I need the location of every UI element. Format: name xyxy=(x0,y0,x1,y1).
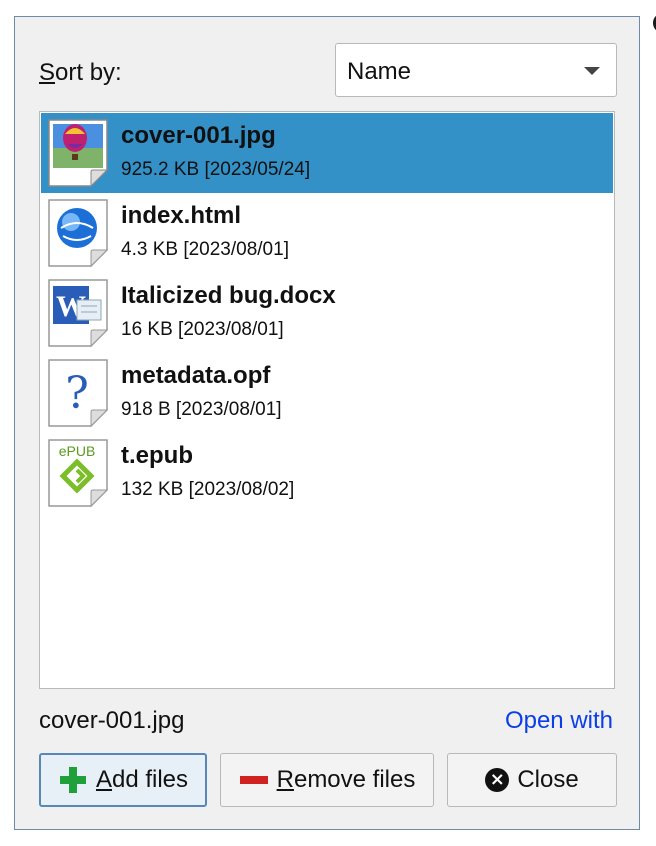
file-meta: 4.3 KB [2023/08/01] xyxy=(121,239,289,260)
file-list[interactable]: cover-001.jpg 925.2 KB [2023/05/24] inde… xyxy=(39,111,615,689)
plus-icon xyxy=(58,765,88,795)
file-name: metadata.opf xyxy=(121,362,271,389)
close-label: Close xyxy=(517,766,579,793)
close-icon: × xyxy=(485,768,510,792)
file-meta: 16 KB [2023/08/01] xyxy=(121,319,284,340)
file-name: index.html xyxy=(121,202,242,229)
sort-selected-value: Name xyxy=(347,58,412,85)
remove-mnemonic: R xyxy=(276,766,294,793)
file-meta: 918 B [2023/08/01] xyxy=(121,399,282,420)
minus-icon xyxy=(239,765,269,795)
image-file-icon xyxy=(47,118,109,188)
file-name: cover-001.jpg xyxy=(121,122,276,149)
sort-by-label: Sort by: xyxy=(39,59,122,87)
sort-mnemonic: S xyxy=(39,59,56,86)
sort-label-text: ort by: xyxy=(55,59,122,86)
remove-files-label: Remove files xyxy=(277,766,416,794)
file-row-index[interactable]: index.html 4.3 KB [2023/08/01] xyxy=(41,193,613,273)
file-name: t.epub xyxy=(121,442,193,469)
file-row-opf[interactable]: ? metadata.opf 918 B [2023/08/01] xyxy=(41,353,613,433)
add-mnemonic: A xyxy=(95,766,112,793)
epub-tag: ePUB xyxy=(59,443,96,459)
open-with-link[interactable]: Open with xyxy=(505,707,613,735)
word-file-icon: W xyxy=(47,278,109,348)
chevron-down-icon xyxy=(584,67,600,75)
add-files-label: Add files xyxy=(96,766,188,794)
add-files-button[interactable]: Add files xyxy=(39,753,207,807)
file-manager-dialog: Sort by: Name cover-001.jpg 925.2 KB [20… xyxy=(14,11,656,830)
window-corner-button[interactable] xyxy=(651,11,656,35)
unknown-file-icon: ? xyxy=(47,358,109,428)
file-row-epub[interactable]: ePUB t.epub 132 KB [2023/08/02] xyxy=(41,433,613,513)
epub-file-icon: ePUB xyxy=(47,438,109,508)
file-name: Italicized bug.docx xyxy=(121,282,336,309)
file-row-docx[interactable]: W Italicized bug.docx 16 KB [2023/08/01] xyxy=(41,273,613,353)
remove-files-button[interactable]: Remove files xyxy=(220,753,434,807)
question-glyph: ? xyxy=(65,368,89,419)
file-meta: 132 KB [2023/08/02] xyxy=(121,479,295,500)
remove-label-text: emove files xyxy=(293,766,416,793)
current-file-name: cover-001.jpg xyxy=(39,707,185,734)
html-file-icon xyxy=(47,198,109,268)
sort-by-select[interactable]: Name xyxy=(335,43,617,97)
add-label-text: dd files xyxy=(111,766,189,793)
file-meta: 925.2 KB [2023/05/24] xyxy=(121,159,311,180)
file-row-cover[interactable]: cover-001.jpg 925.2 KB [2023/05/24] xyxy=(41,113,613,193)
close-button[interactable]: × Close xyxy=(447,753,617,807)
